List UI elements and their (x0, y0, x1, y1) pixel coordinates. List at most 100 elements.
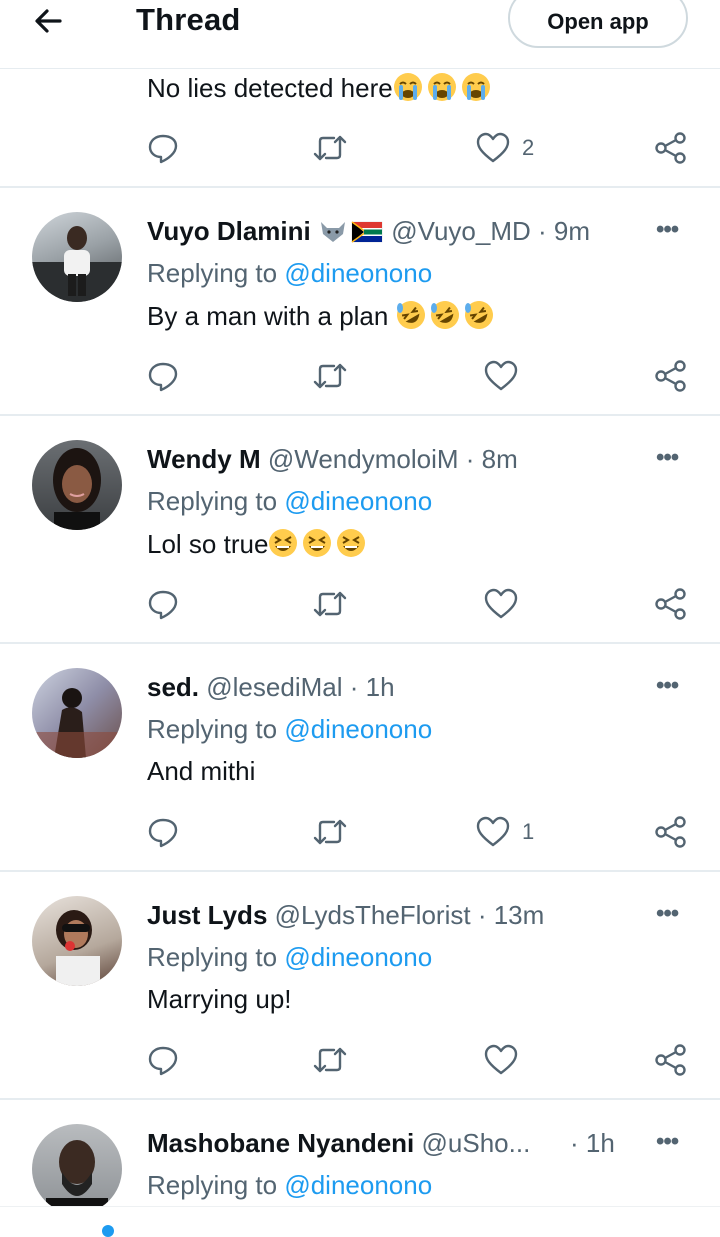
tweet-time[interactable]: · 9m (538, 216, 590, 246)
share-button[interactable] (654, 128, 688, 168)
like-button[interactable] (484, 1040, 530, 1080)
like-icon (476, 132, 510, 163)
user-name[interactable]: Mashobane Nyandeni (147, 1128, 414, 1158)
tweet-header: sed. @lesediMal · 1h (147, 672, 395, 703)
avatar[interactable] (32, 896, 122, 986)
user-name[interactable]: sed. (147, 672, 199, 702)
replying-label: Replying to (147, 486, 278, 516)
reply-icon (148, 362, 178, 392)
tweet-text: Lol so true (147, 528, 370, 560)
share-button[interactable] (654, 812, 688, 852)
mention-link[interactable]: @dineonono (284, 942, 432, 972)
retweet-icon (313, 591, 347, 617)
tweet-text-content: By a man with a plan (147, 301, 389, 331)
share-icon (655, 360, 686, 392)
tweet[interactable]: Mashobane Nyandeni @uSho... · 1h ••• Rep… (0, 1100, 720, 1220)
tweet[interactable]: Just Lyds @LydsTheFlorist · 13m ••• Repl… (0, 872, 720, 1100)
replying-label: Replying to (147, 942, 278, 972)
retweet-icon (313, 819, 347, 845)
more-icon[interactable]: ••• (656, 900, 679, 928)
replying-to: Replying to @dineonono (147, 258, 432, 289)
share-button[interactable] (654, 356, 688, 396)
reply-icon (148, 134, 178, 164)
more-icon[interactable]: ••• (656, 672, 679, 700)
tweet-partial[interactable]: No lies detected here 2 (0, 68, 720, 188)
retweet-icon (313, 135, 347, 161)
avatar[interactable] (32, 1124, 122, 1214)
tweet-time[interactable]: · 1h (570, 1128, 615, 1159)
tweet-header: Wendy M @WendymoloiM · 8m (147, 444, 518, 475)
tweet[interactable]: Vuyo Dlamini @Vuyo_MD · 9m ••• Replying … (0, 188, 720, 416)
user-handle[interactable]: @uSho... (422, 1128, 531, 1158)
retweet-button[interactable] (312, 356, 348, 396)
more-icon[interactable]: ••• (656, 444, 679, 472)
reply-button[interactable] (146, 1040, 180, 1080)
retweet-button[interactable] (312, 128, 348, 168)
user-handle[interactable]: @WendymoloiM (268, 444, 459, 474)
more-icon[interactable]: ••• (656, 216, 679, 244)
reply-button[interactable] (146, 356, 180, 396)
user-handle[interactable]: @LydsTheFlorist (275, 900, 471, 930)
more-icon[interactable]: ••• (656, 1128, 679, 1156)
avatar[interactable] (32, 668, 122, 758)
avatar[interactable] (32, 212, 122, 302)
replying-label: Replying to (147, 1170, 278, 1200)
back-button[interactable] (30, 6, 70, 36)
user-name[interactable]: Just Lyds (147, 900, 267, 930)
like-button[interactable]: 1 (476, 812, 534, 852)
user-name[interactable]: Vuyo Dlamini (147, 216, 311, 246)
tweet-text-content: Lol so true (147, 529, 269, 559)
retweet-icon (313, 363, 347, 389)
user-handle[interactable]: @lesediMal (206, 672, 342, 702)
tweet-actions (0, 584, 720, 624)
mention-link[interactable]: @dineonono (284, 1170, 432, 1200)
replying-to: Replying to @dineonono (147, 1170, 432, 1201)
replying-to: Replying to @dineonono (147, 486, 432, 517)
like-icon (484, 588, 518, 619)
tweet-time[interactable]: · 13m (478, 900, 544, 930)
open-app-button[interactable]: Open app (508, 0, 688, 48)
retweet-button[interactable] (312, 584, 348, 624)
reply-icon (148, 1046, 178, 1076)
tweet-text: By a man with a plan (147, 300, 498, 332)
tweet-actions: 2 (0, 128, 720, 168)
user-name[interactable]: Wendy M (147, 444, 261, 474)
flag-emojis (318, 216, 391, 246)
mention-link[interactable]: @dineonono (284, 486, 432, 516)
tweet-header: Just Lyds @LydsTheFlorist · 13m (147, 900, 544, 931)
page-title: Thread (136, 2, 241, 37)
reply-icon (148, 590, 178, 620)
back-arrow-icon (35, 9, 62, 33)
user-handle[interactable]: @Vuyo_MD (391, 216, 531, 246)
retweet-button[interactable] (312, 1040, 348, 1080)
like-button[interactable] (484, 356, 530, 396)
crying-emoji (393, 73, 495, 103)
tweet-time[interactable]: · 1h (350, 672, 395, 702)
like-button[interactable] (484, 584, 530, 624)
mention-link[interactable]: @dineonono (284, 258, 432, 288)
share-button[interactable] (654, 1040, 688, 1080)
tweet[interactable]: sed. @lesediMal · 1h ••• Replying to @di… (0, 644, 720, 872)
retweet-icon (313, 1047, 347, 1073)
tweet-text: Marrying up! (147, 984, 292, 1014)
replying-to: Replying to @dineonono (147, 942, 432, 973)
share-icon (655, 1044, 686, 1076)
mention-link[interactable]: @dineonono (284, 714, 432, 744)
share-button[interactable] (654, 584, 688, 624)
share-icon (655, 132, 686, 164)
tweet-actions (0, 1040, 720, 1080)
replying-label: Replying to (147, 258, 278, 288)
tweet-header: Vuyo Dlamini @Vuyo_MD · 9m (147, 216, 590, 247)
avatar[interactable] (32, 440, 122, 530)
tweet-actions: 1 (0, 812, 720, 852)
like-button[interactable]: 2 (476, 128, 534, 168)
reply-button[interactable] (146, 584, 180, 624)
share-icon (655, 816, 686, 848)
reply-button[interactable] (146, 812, 180, 852)
reply-button[interactable] (146, 128, 180, 168)
bottom-nav (0, 1206, 720, 1237)
retweet-button[interactable] (312, 812, 348, 852)
tweet[interactable]: Wendy M @WendymoloiM · 8m ••• Replying t… (0, 416, 720, 644)
tweet-time[interactable]: · 8m (466, 444, 518, 474)
reply-icon (148, 818, 178, 848)
